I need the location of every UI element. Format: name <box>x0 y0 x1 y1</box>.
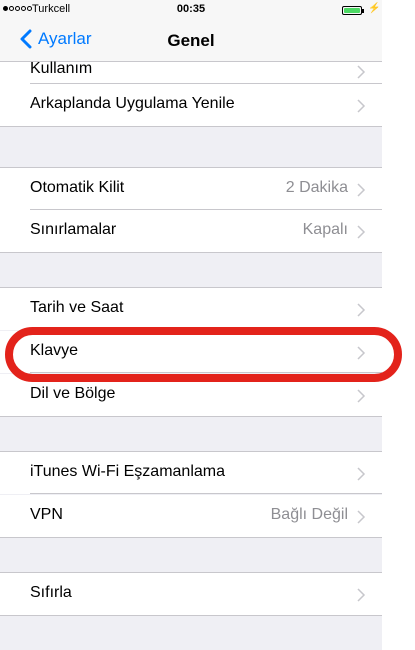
row-label: Tarih ve Saat <box>30 299 124 316</box>
chevron-right-icon <box>357 346 366 360</box>
row-value: Kapalı <box>302 221 348 238</box>
row-date-time[interactable]: Tarih ve Saat <box>0 288 382 330</box>
section-gap <box>0 416 382 452</box>
settings-screen: Turkcell 00:35 ⚡ Ayarlar Genel Kullanım … <box>0 0 382 650</box>
row-separator <box>30 372 382 373</box>
row-kullanim[interactable]: Kullanım <box>0 60 382 84</box>
section-gap <box>0 252 382 288</box>
chevron-right-icon <box>357 467 366 481</box>
row-label: Klavye <box>30 342 79 359</box>
chevron-right-icon <box>357 99 366 113</box>
row-restrictions[interactable]: Sınırlamalar Kapalı <box>0 210 382 252</box>
chevron-right-icon <box>357 225 366 239</box>
status-bar: Turkcell 00:35 ⚡ <box>0 0 382 20</box>
chevron-right-icon <box>357 183 366 197</box>
charging-icon: ⚡ <box>368 3 381 14</box>
section-gap <box>0 615 382 650</box>
row-separator <box>30 329 382 330</box>
page-title: Genel <box>167 31 215 50</box>
chevron-right-icon <box>357 389 366 403</box>
row-vpn[interactable]: VPN Bağlı Değil <box>0 495 382 537</box>
row-label: Dil ve Bölge <box>30 385 116 402</box>
row-label: iTunes Wi-Fi Eşzamanlama <box>30 463 226 480</box>
row-label: Kullanım <box>30 60 93 77</box>
status-time: 00:35 <box>176 3 206 15</box>
row-background-refresh[interactable]: Arkaplanda Uygulama Yenile <box>0 84 382 126</box>
row-itunes-wifi-sync[interactable]: iTunes Wi-Fi Eşzamanlama <box>0 452 382 494</box>
row-label: Sıfırla <box>30 584 72 601</box>
row-label: Sınırlamalar <box>30 221 117 238</box>
battery-icon <box>342 6 362 15</box>
row-label: VPN <box>30 506 63 523</box>
chevron-right-icon <box>357 303 366 317</box>
row-label: Arkaplanda Uygulama Yenile <box>30 95 235 112</box>
navigation-bar: Ayarlar Genel <box>0 20 382 62</box>
row-reset[interactable]: Sıfırla <box>0 573 382 615</box>
chevron-right-icon <box>357 510 366 524</box>
chevron-right-icon <box>357 588 366 602</box>
row-keyboard[interactable]: Klavye <box>0 331 382 373</box>
row-label: Otomatik Kilit <box>30 179 125 196</box>
row-value: Bağlı Değil <box>270 506 348 523</box>
row-separator <box>30 493 382 494</box>
chevron-right-icon <box>357 65 366 79</box>
section-gap <box>0 126 382 168</box>
row-value: 2 Dakika <box>285 179 348 196</box>
battery-tip <box>362 9 364 13</box>
row-auto-lock[interactable]: Otomatik Kilit 2 Dakika <box>0 168 382 210</box>
section-gap <box>0 537 382 573</box>
row-language-region[interactable]: Dil ve Bölge <box>0 374 382 416</box>
